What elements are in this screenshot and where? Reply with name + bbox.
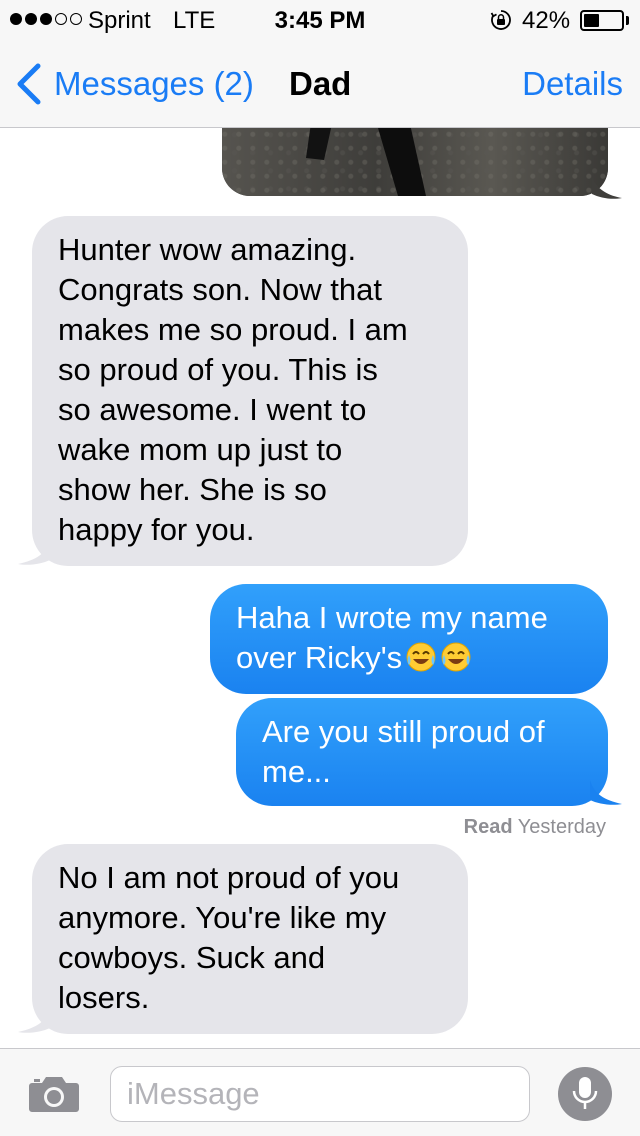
header: Sprint LTE 3:45 PM 42% Messages (2) Dad … bbox=[0, 0, 640, 128]
camera-icon[interactable] bbox=[28, 1075, 80, 1113]
message-text: Haha I wrote my name over Ricky's bbox=[236, 600, 548, 675]
status-bar: Sprint LTE 3:45 PM 42% bbox=[0, 0, 640, 40]
read-time: Yesterday bbox=[517, 816, 606, 838]
incoming-message-bubble[interactable]: Hunter wow amazing. Congrats son. Now th… bbox=[32, 216, 468, 566]
conversation-title: Dad bbox=[289, 65, 352, 102]
microphone-icon bbox=[572, 1077, 598, 1109]
battery-icon bbox=[580, 10, 624, 31]
bubble-tail bbox=[18, 1008, 50, 1033]
lock-rotation-icon bbox=[490, 10, 511, 30]
message-input[interactable] bbox=[110, 1066, 530, 1122]
details-button[interactable]: Details bbox=[522, 64, 623, 104]
message-thread[interactable]: Hunter wow amazing. Congrats son. Now th… bbox=[0, 128, 640, 1048]
incoming-message-bubble[interactable]: No I am not proud of you anymore. You're… bbox=[32, 844, 468, 1034]
battery-percent: 42% bbox=[522, 7, 571, 34]
compose-bar bbox=[0, 1048, 640, 1136]
read-status: Read bbox=[463, 816, 513, 838]
nav-bar: Messages (2) Dad Details bbox=[0, 40, 640, 128]
tears-of-joy-emoji bbox=[406, 642, 436, 672]
photo-attachment[interactable] bbox=[222, 128, 608, 196]
photo-figure bbox=[306, 128, 426, 196]
back-button[interactable]: Messages (2) bbox=[14, 62, 254, 106]
battery-tip bbox=[626, 16, 629, 25]
bubble-tail bbox=[592, 176, 622, 199]
bubble-tail bbox=[590, 780, 622, 805]
outgoing-message-bubble[interactable]: Are you still proud of me... bbox=[236, 698, 608, 806]
outgoing-message-bubble[interactable]: Haha I wrote my name over Ricky's bbox=[210, 584, 608, 694]
back-label: Messages (2) bbox=[54, 65, 254, 102]
battery-fill bbox=[584, 14, 599, 27]
tears-of-joy-emoji bbox=[441, 642, 471, 672]
microphone-button[interactable] bbox=[558, 1067, 612, 1121]
back-chevron-icon bbox=[17, 63, 41, 105]
bubble-tail bbox=[18, 540, 50, 565]
read-receipt: Read Yesterday bbox=[464, 816, 606, 839]
